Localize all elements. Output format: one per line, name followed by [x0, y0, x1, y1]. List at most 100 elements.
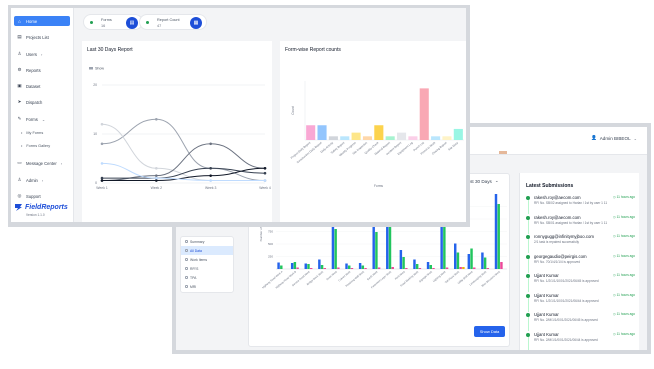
- bar: [350, 268, 354, 269]
- submission-desc: RFI No. 1/2/1/1/10/01/2021/06/44 is appr…: [534, 298, 599, 303]
- sidebar-item-reports[interactable]: ⚙ Reports: [14, 65, 70, 75]
- submission-name: Ujjant Kumar: [534, 312, 559, 317]
- dataset-icon: ▣: [17, 83, 22, 88]
- sidebar-item-forms[interactable]: ✎ Forms ⌄: [14, 114, 70, 124]
- sidebar-subitem-my-forms[interactable]: • My Forms: [21, 128, 43, 137]
- brand-mark-icon: [15, 204, 22, 211]
- bar: [309, 268, 313, 269]
- range-select[interactable]: Last 30 Days ⌄: [465, 178, 499, 184]
- bar: [364, 268, 367, 269]
- submission-time: ◷ 11 hours ago: [612, 195, 635, 199]
- y-tick-label: 750: [268, 230, 273, 234]
- form-wise-bar-chart: CountFormsProject Daily ReportConstructi…: [290, 81, 464, 188]
- series-point: [100, 162, 104, 165]
- bar: [405, 268, 408, 269]
- bar: [362, 136, 373, 140]
- stat-card-report-count[interactable]: Report Count 47 ▦: [139, 14, 207, 30]
- submission-item[interactable]: rakesh.roy@aecom.com RFI No. SB/01 assign…: [524, 215, 638, 234]
- stat-card-forms[interactable]: Forms 16 ▤: [83, 14, 143, 30]
- sidebar-subitem-label: My Forms: [26, 130, 44, 135]
- chevron-down-icon: ⌄: [494, 178, 499, 183]
- tab-all-data[interactable]: All Data: [181, 246, 233, 255]
- submission-item[interactable]: Ujjant Kumar RFI No. 1/2/1/1/10/01/2021/0…: [524, 273, 638, 292]
- bar: [358, 263, 362, 269]
- timeline-line: [527, 316, 529, 331]
- timeline-line: [527, 238, 529, 253]
- tab-summary[interactable]: Summary: [181, 237, 233, 246]
- location-pin-icon: [526, 332, 530, 337]
- y-tick-label: 20: [93, 83, 97, 87]
- user-menu[interactable]: 👤 Admin BIBEOL ⌄: [591, 135, 637, 141]
- sidebar-item-users[interactable]: ♙ Users ›: [14, 49, 70, 59]
- tab-icon: [185, 249, 188, 252]
- bar: [307, 264, 310, 269]
- submission-item[interactable]: ronnygugg@infinitymyjboo.com 2/1 task is …: [524, 234, 638, 253]
- brand-logo: FieldReports: [14, 203, 68, 212]
- sidebar-item-admin[interactable]: ♙ Admin ›: [14, 175, 70, 185]
- series-point: [155, 118, 158, 121]
- bar: [415, 264, 419, 269]
- bar: [280, 265, 283, 269]
- submission-time: ◷ 11 hours ago: [612, 312, 635, 316]
- bar: [429, 265, 432, 269]
- sidebar-item-message-center[interactable]: ▭ Message Center ›: [14, 158, 70, 168]
- sidebar-subitem-label: Forms Gallery: [26, 143, 51, 148]
- submission-name: Ujjant Kumar: [534, 292, 559, 298]
- bar: [497, 204, 500, 269]
- bar: [467, 254, 471, 269]
- sidebar-item-support[interactable]: ◎ Support: [14, 191, 70, 201]
- bar: [306, 125, 316, 140]
- timeline-line: [527, 257, 529, 273]
- sidebar-item-dispatch[interactable]: ➤ Dispatch: [14, 97, 70, 107]
- location-pin-icon: [526, 196, 530, 200]
- latest-submissions-title: Latest Submissions: [526, 183, 574, 189]
- submission-item[interactable]: Ujjant Kumar RFI No. 2/M/1/1/0/01/2021/06…: [524, 312, 638, 331]
- bar: [377, 267, 381, 269]
- y-axis-label: Count: [291, 106, 295, 115]
- series-line: [101, 143, 266, 182]
- submission-item[interactable]: Ujjant Kumar RFI No. 2/M/1/1/0/01/2021/06…: [524, 331, 638, 350]
- show-data-button[interactable]: Show Data: [474, 326, 505, 337]
- tab-work-items[interactable]: Work Items: [181, 255, 233, 264]
- sidebar-item-dataset[interactable]: ▣ Dataset: [14, 81, 70, 91]
- tab-icon: [185, 240, 188, 243]
- submission-item[interactable]: rakesh.roy@aecom.com RFI No. SB/02 assign…: [524, 195, 638, 214]
- x-tick-label: Kerb Work: [394, 269, 406, 280]
- bar: [385, 136, 395, 140]
- x-tick-label: Week 4: [259, 186, 271, 190]
- sidebar-item-label: Home: [26, 18, 38, 24]
- bar: [320, 265, 324, 269]
- bar: [483, 257, 487, 269]
- tab-label: Work Items: [190, 257, 208, 262]
- submission-item[interactable]: georgegaudio@peirgis.com RFI No. 70/1/4/1…: [524, 254, 638, 273]
- bar: [459, 267, 462, 269]
- report-tabs: Summary All Data Work Items RFI'S TPA MR…: [180, 236, 234, 293]
- bar: [453, 128, 463, 140]
- bar: [293, 262, 297, 269]
- sidebar-item-projects-list[interactable]: ▤ Projects List: [14, 32, 70, 42]
- x-tick-label: Signage Work: [418, 269, 434, 283]
- admin-icon: ♙: [17, 177, 22, 182]
- front-window: ⌂ Home ▤ Projects List ♙ Users › ⚙ Reports ▣ D…: [11, 8, 466, 222]
- stat-label: Report Count: [157, 18, 180, 22]
- series-point: [100, 179, 104, 182]
- sidebar-item-home[interactable]: ⌂ Home: [14, 16, 70, 26]
- submission-time: ◷ 11 hours ago: [612, 331, 635, 336]
- tab-mri[interactable]: MRI: [181, 282, 233, 291]
- series-point: [155, 179, 158, 182]
- bar: [442, 136, 452, 140]
- submission-time: ◷ 11 hours ago: [612, 273, 635, 277]
- bar: [481, 252, 484, 269]
- submission-item[interactable]: Ujjant Kumar RFI No. 1/2/1/1/10/01/2021/0…: [524, 293, 638, 312]
- location-pin-icon: [526, 235, 530, 239]
- tab-label: MRI: [190, 284, 197, 289]
- submission-time: ◷ 11 hours ago: [612, 253, 635, 258]
- tab-tpa[interactable]: TPA: [181, 273, 233, 282]
- support-icon: ◎: [17, 193, 22, 198]
- sidebar-subitem-forms-gallery[interactable]: • Forms Gallery: [21, 141, 50, 150]
- latest-submissions-panel: Latest Submissions rakesh.roy@aecom.com R…: [519, 173, 639, 350]
- bar: [372, 222, 375, 269]
- report-count-icon: ▦: [190, 17, 202, 29]
- tab-rfis[interactable]: RFI'S: [181, 264, 233, 273]
- legend-swatch: [89, 67, 93, 70]
